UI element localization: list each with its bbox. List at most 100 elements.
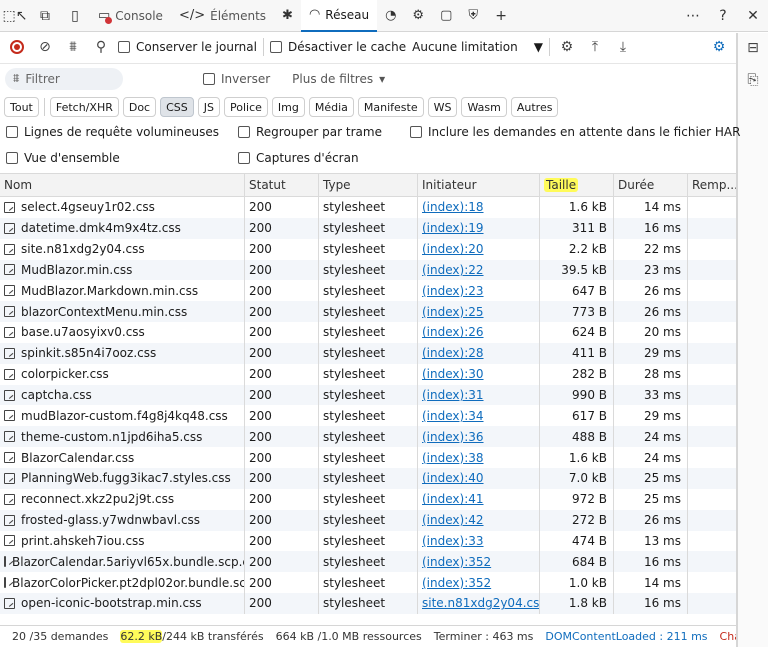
initiator-link[interactable]: (index):22	[422, 263, 484, 277]
cell-initiator[interactable]: (index):19	[418, 217, 540, 239]
more-filters-dropdown[interactable]: Plus de filtres ▾	[292, 72, 385, 86]
cell-initiator[interactable]: (index):25	[418, 301, 540, 323]
cell-initiator[interactable]: (index):38	[418, 447, 540, 468]
initiator-link[interactable]: (index):36	[422, 430, 484, 444]
type-chip-js[interactable]: JS	[197, 97, 220, 117]
filter-toggle-icon[interactable]: ⩩	[62, 36, 84, 58]
type-chip-wasm[interactable]: Wasm	[461, 97, 507, 117]
cell-initiator[interactable]: (index):33	[418, 530, 540, 552]
dock-sidebar-icon[interactable]: ▯	[60, 1, 90, 31]
checkbox-box[interactable]	[238, 126, 250, 138]
device-emulation-icon[interactable]: ⧉	[30, 1, 60, 31]
initiator-link[interactable]: (index):40	[422, 471, 484, 485]
table-row[interactable]: captcha.css 200 stylesheet (index):31 990 B3…	[0, 384, 736, 406]
type-chip-manifest[interactable]: Manifeste	[357, 97, 424, 117]
initiator-link[interactable]: (index):42	[422, 513, 484, 527]
table-row[interactable]: open-iconic-bootstrap.min.css 200 styleshe…	[0, 593, 736, 614]
initiator-link[interactable]: site.n81xdg2y04.css:1	[422, 596, 539, 610]
cell-initiator[interactable]: (index):18	[418, 197, 540, 218]
invert-checkbox[interactable]: Inverser	[203, 72, 270, 86]
cell-initiator[interactable]: (index):20	[418, 238, 540, 260]
column-header-time[interactable]: Durée	[614, 174, 688, 196]
cell-initiator[interactable]: (index):23	[418, 280, 540, 302]
copy-icon[interactable]: ⎘	[742, 69, 764, 91]
throttling-select[interactable]: Aucune limitation ▼	[412, 40, 543, 54]
column-header-status[interactable]: Statut	[245, 174, 319, 196]
type-chip-font[interactable]: Police	[224, 97, 268, 117]
type-chip-other[interactable]: Autres	[510, 97, 559, 117]
tab-console[interactable]: ▭ Console	[90, 0, 171, 32]
search-icon[interactable]: ⚲	[90, 36, 112, 58]
initiator-link[interactable]: (index):352	[422, 555, 491, 569]
filter-input[interactable]: ⩩ Filtrer	[5, 67, 123, 90]
tab-memory[interactable]: ⚙	[404, 0, 432, 32]
table-row[interactable]: mudBlazor-custom.f4g8j4kq48.css 200 styles…	[0, 405, 736, 427]
table-row[interactable]: datetime.dmk4m9x4tz.css 200 stylesheet (ind…	[0, 217, 736, 239]
checkbox-box[interactable]	[238, 152, 250, 164]
type-chip-ws[interactable]: WS	[427, 97, 458, 117]
inspect-element-icon[interactable]: ⬚↖	[0, 1, 30, 31]
column-header-type[interactable]: Type	[319, 174, 418, 196]
initiator-link[interactable]: (index):20	[422, 242, 484, 256]
table-row[interactable]: frosted-glass.y7wdnwbavl.css 200 styleshee…	[0, 509, 736, 531]
checkbox-box[interactable]	[6, 126, 18, 138]
cell-initiator[interactable]: (index):26	[418, 322, 540, 343]
network-conditions-icon[interactable]: ⚙	[556, 36, 578, 58]
large-rows-checkbox[interactable]: Lignes de requête volumineuses	[6, 125, 219, 139]
table-row[interactable]: BlazorCalendar.5ariyvl65x.bundle.scp.css…	[0, 551, 736, 573]
checkbox-box[interactable]	[118, 41, 130, 53]
import-har-icon[interactable]: ⤒	[584, 36, 606, 58]
export-har-icon[interactable]: ⤓	[612, 36, 634, 58]
cell-initiator[interactable]: (index):30	[418, 363, 540, 385]
help-icon[interactable]: ?	[708, 1, 738, 31]
table-row[interactable]: MudBlazor.Markdown.min.css 200 stylesheet (…	[0, 280, 736, 302]
table-row[interactable]: print.ahskeh7iou.css 200 stylesheet (index)…	[0, 530, 736, 552]
type-chip-css[interactable]: CSS	[160, 97, 194, 117]
screenshots-checkbox[interactable]: Captures d'écran	[238, 151, 359, 165]
table-row[interactable]: BlazorCalendar.css 200 stylesheet (index):3…	[0, 447, 736, 468]
cell-initiator[interactable]: (index):42	[418, 509, 540, 531]
type-chip-fetch-xhr[interactable]: Fetch/XHR	[49, 97, 119, 117]
close-icon[interactable]: ✕	[738, 1, 768, 31]
cell-initiator[interactable]: (index):31	[418, 384, 540, 406]
cell-initiator[interactable]: (index):41	[418, 488, 540, 510]
tab-elements[interactable]: </> Éléments	[171, 0, 274, 32]
initiator-link[interactable]: (index):33	[422, 534, 484, 548]
tab-network[interactable]: ◠ Réseau	[300, 0, 378, 32]
settings-gear-icon[interactable]: ⚙	[708, 36, 730, 58]
tab-security[interactable]: ⛨	[460, 0, 486, 32]
overview-checkbox[interactable]: Vue d'ensemble	[6, 151, 120, 165]
initiator-link[interactable]: (index):19	[422, 221, 484, 235]
table-row[interactable]: BlazorColorPicker.pt2dpl02or.bundle.sc..…	[0, 572, 736, 594]
table-row[interactable]: reconnect.xkz2pu2j9t.css 200 stylesheet (in…	[0, 488, 736, 510]
initiator-link[interactable]: (index):28	[422, 346, 484, 360]
type-chip-all[interactable]: Tout	[4, 97, 39, 117]
checkbox-box[interactable]	[6, 152, 18, 164]
initiator-link[interactable]: (index):25	[422, 305, 484, 319]
cell-initiator[interactable]: (index):22	[418, 259, 540, 281]
tab-application[interactable]: ▢	[432, 0, 460, 32]
column-header-size[interactable]: Taille	[540, 174, 614, 196]
table-row[interactable]: select.4gseuy1r02.css 200 stylesheet (index…	[0, 197, 736, 218]
checkbox-box[interactable]	[269, 41, 282, 53]
cell-initiator[interactable]: (index):28	[418, 342, 540, 364]
cell-initiator[interactable]: (index):36	[418, 426, 540, 448]
column-header-fulfilled[interactable]: Remp...	[688, 174, 736, 196]
cell-initiator[interactable]: (index):352	[418, 572, 540, 594]
tab-performance[interactable]: ◔	[377, 0, 404, 32]
initiator-link[interactable]: (index):30	[422, 367, 484, 381]
disable-cache-checkbox[interactable]: Désactiver le cache	[269, 40, 406, 54]
table-row[interactable]: base.u7aosyixv0.css 200 stylesheet (index):…	[0, 322, 736, 343]
cell-initiator[interactable]: (index):40	[418, 467, 540, 489]
cell-initiator[interactable]: site.n81xdg2y04.css:1	[418, 593, 540, 614]
table-row[interactable]: theme-custom.n1jpd6iha5.css 200 stylesheet…	[0, 426, 736, 448]
preserve-log-checkbox[interactable]: Conserver le journal	[118, 40, 257, 54]
cell-initiator[interactable]: (index):34	[418, 405, 540, 427]
type-chip-media[interactable]: Média	[308, 97, 354, 117]
initiator-link[interactable]: (index):18	[422, 200, 484, 214]
initiator-link[interactable]: (index):34	[422, 409, 484, 423]
checkbox-box[interactable]	[410, 126, 422, 138]
table-row[interactable]: colorpicker.css 200 stylesheet (index):30 28…	[0, 363, 736, 385]
type-chip-doc[interactable]: Doc	[122, 97, 157, 117]
column-header-initiator[interactable]: Initiateur	[418, 174, 540, 196]
